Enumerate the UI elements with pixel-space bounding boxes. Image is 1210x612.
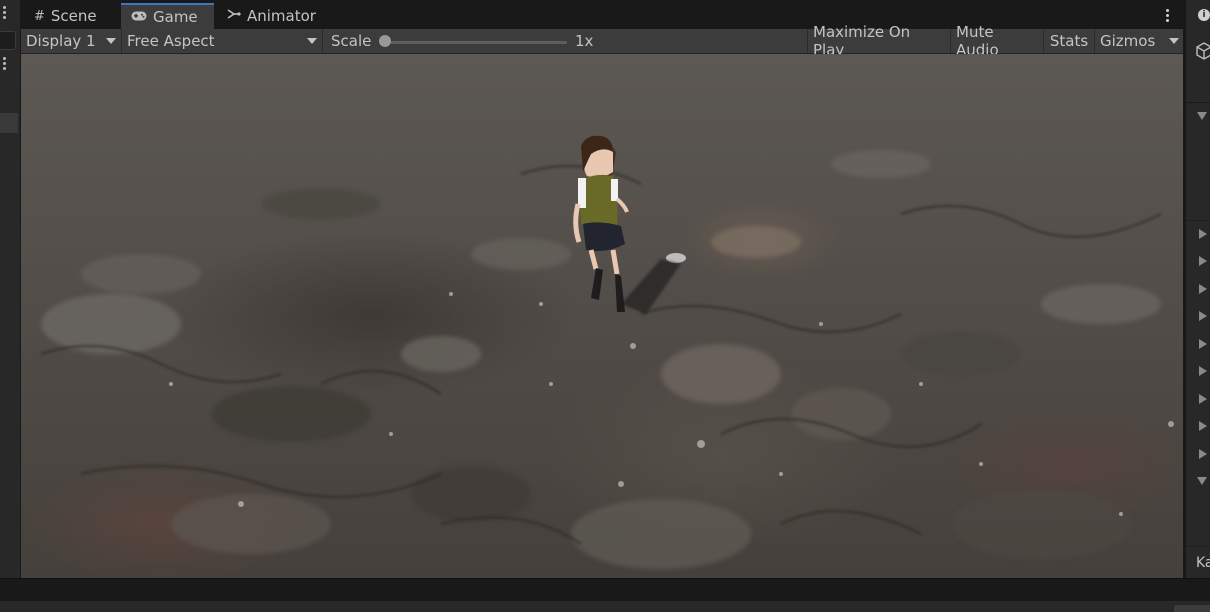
bottom-status-bar <box>0 578 1210 612</box>
kebab-menu-icon[interactable] <box>3 57 6 72</box>
tab-game[interactable]: Game <box>121 3 214 29</box>
kebab-menu-icon[interactable] <box>1166 9 1169 24</box>
foldout-arrow-icon[interactable] <box>1199 394 1207 404</box>
aspect-dropdown[interactable]: Free Aspect <box>122 29 323 53</box>
divider <box>1186 546 1210 547</box>
character <box>573 135 629 312</box>
foldout-arrow-icon[interactable] <box>1199 421 1207 431</box>
divider <box>1186 102 1210 103</box>
foldout-arrow-icon[interactable] <box>1197 477 1207 485</box>
foldout-arrow-icon[interactable] <box>1199 229 1207 239</box>
inspector-side-panel: i Ka <box>1185 0 1210 578</box>
game-toolbar: Display 1 Free Aspect Scale 1x Maximize … <box>21 23 1183 59</box>
info-icon[interactable]: i <box>1198 9 1210 21</box>
gizmos-toggle[interactable]: Gizmos <box>1094 29 1183 53</box>
display-value: Display 1 <box>26 32 96 50</box>
stats-toggle[interactable]: Stats <box>1043 29 1094 53</box>
foldout-arrow-icon[interactable] <box>1197 112 1207 120</box>
kebab-menu-icon[interactable] <box>3 6 7 22</box>
grid-icon: # <box>34 8 45 24</box>
foldout-arrow-icon[interactable] <box>1199 311 1207 321</box>
foldout-arrow-icon[interactable] <box>1199 366 1207 376</box>
display-dropdown[interactable]: Display 1 <box>21 29 122 53</box>
tab-label: Game <box>153 8 198 26</box>
tab-label: Animator <box>247 7 316 25</box>
animator-icon <box>227 8 241 24</box>
panel-button[interactable] <box>0 31 16 50</box>
status-strip <box>0 601 1210 612</box>
scale-label: Scale <box>331 32 372 50</box>
panel-label: Ka <box>1196 555 1210 571</box>
tab-label: Scene <box>50 7 97 25</box>
gizmos-label: Gizmos <box>1100 32 1156 50</box>
scale-slider-handle[interactable] <box>379 35 391 47</box>
chevron-down-icon <box>307 38 317 44</box>
foldout-arrow-icon[interactable] <box>1199 449 1207 459</box>
cube-icon <box>1196 42 1210 60</box>
mute-audio-toggle[interactable]: Mute Audio <box>950 23 1043 59</box>
left-side-panel <box>0 0 21 578</box>
divider <box>1186 220 1210 221</box>
tab-scene[interactable]: # Scene <box>24 3 107 29</box>
foldout-arrow-icon[interactable] <box>1199 256 1207 266</box>
foldout-arrow-icon[interactable] <box>1199 284 1207 294</box>
scale-value: 1x <box>575 32 594 50</box>
tab-animator[interactable]: Animator <box>217 3 326 29</box>
status-chip[interactable] <box>1174 605 1210 612</box>
aspect-value: Free Aspect <box>127 32 215 50</box>
chevron-down-icon[interactable] <box>1169 38 1179 44</box>
maximize-on-play-toggle[interactable]: Maximize On Play <box>807 23 950 59</box>
chevron-down-icon <box>106 38 116 44</box>
gamepad-icon <box>131 10 147 25</box>
foldout-arrow-icon[interactable] <box>1199 339 1207 349</box>
scale-slider[interactable] <box>384 41 567 44</box>
selected-row[interactable] <box>0 113 18 133</box>
ground-texture <box>40 135 1174 569</box>
game-viewport[interactable] <box>21 54 1183 578</box>
